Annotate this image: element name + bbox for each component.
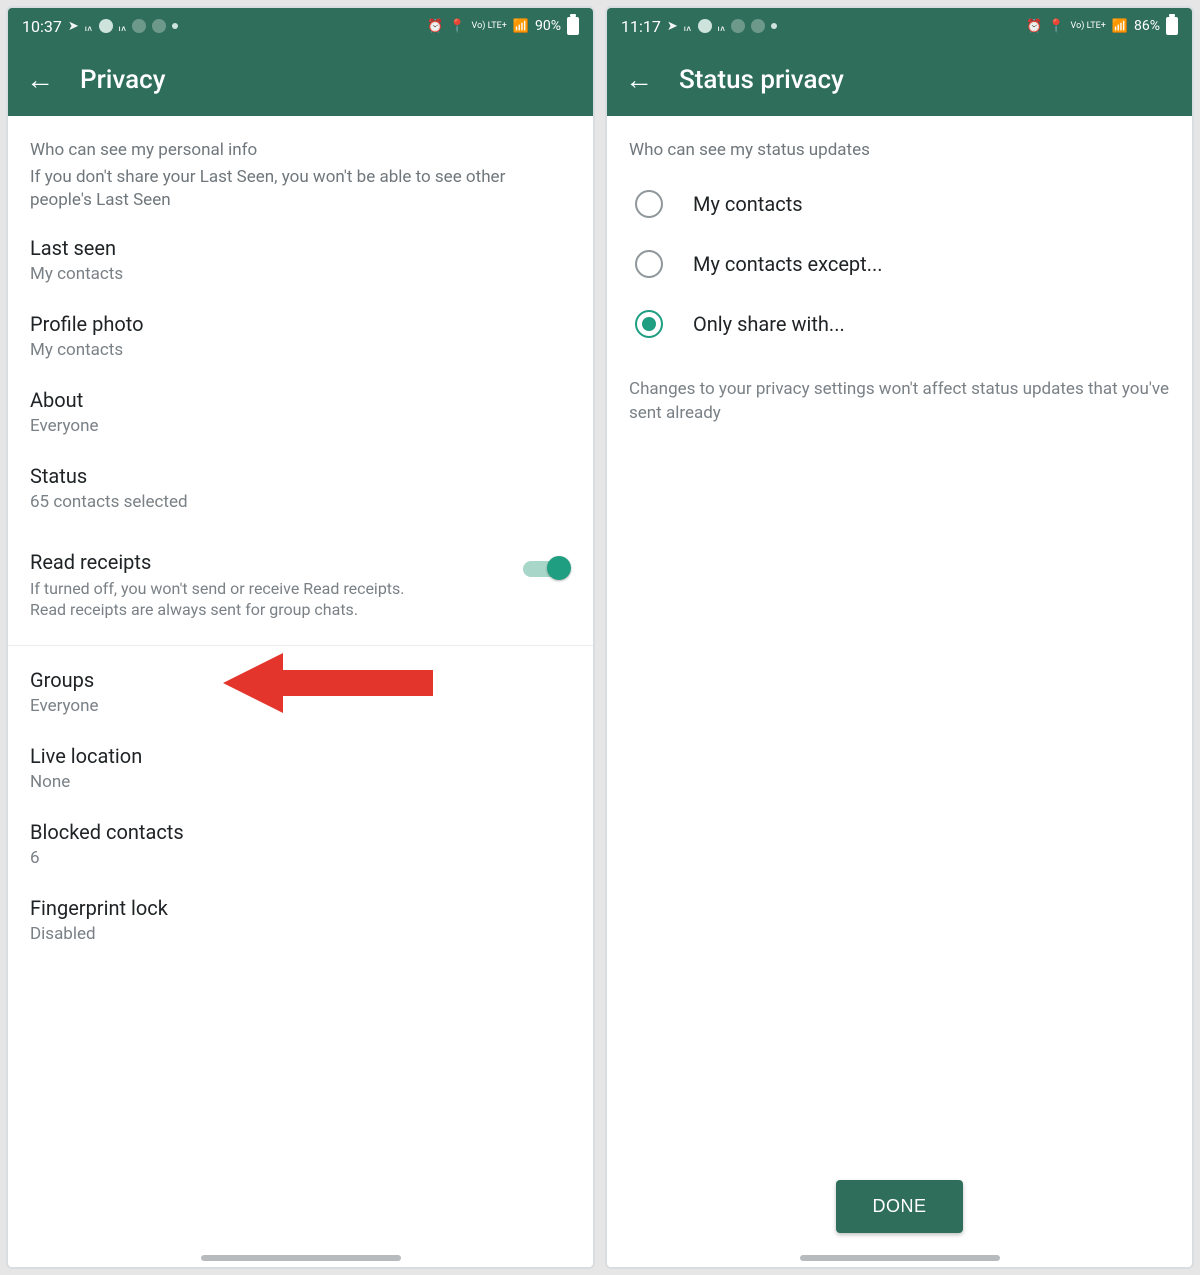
gesture-bar	[800, 1255, 1000, 1261]
page-title: Status privacy	[679, 65, 844, 95]
notif-icon: ៲៱	[119, 17, 127, 35]
telegram-icon: ➤	[667, 19, 678, 34]
row-value: 6	[30, 848, 571, 868]
status-bar: 10:37 ➤ ៲៱ ៲៱ ⏰ 📍 Vo) LTE+ 📶 90%	[8, 8, 593, 44]
section-header: Who can see my status updates	[607, 116, 1192, 174]
row-label: Profile photo	[30, 312, 571, 336]
row-status[interactable]: Status 65 contacts selected	[8, 450, 593, 526]
row-label: Groups	[30, 668, 571, 692]
privacy-content: Who can see my personal info If you don'…	[8, 116, 593, 1267]
telegram-icon: ➤	[68, 19, 79, 34]
row-value: 65 contacts selected	[30, 492, 571, 512]
network-label: Vo) LTE+	[1071, 22, 1106, 30]
location-icon: 📍	[449, 19, 465, 34]
battery-icon	[567, 17, 579, 35]
row-value: Disabled	[30, 924, 571, 944]
row-desc: If turned off, you won't send or receive…	[30, 578, 430, 621]
back-icon[interactable]: ←	[26, 66, 54, 94]
row-live-location[interactable]: Live location None	[8, 730, 593, 806]
radio-icon	[635, 190, 663, 218]
privacy-screen: 10:37 ➤ ៲៱ ៲៱ ⏰ 📍 Vo) LTE+ 📶 90% ← Priva…	[6, 6, 595, 1269]
app-bar: ← Privacy	[8, 44, 593, 116]
notif-icon	[731, 19, 745, 33]
status-privacy-screen: 11:17 ➤ ៲៱ ៲៱ ⏰ 📍 Vo) LTE+ 📶 86% ← Statu…	[605, 6, 1194, 1269]
battery-pct: 86%	[1134, 18, 1160, 34]
row-value: Everyone	[30, 696, 571, 716]
row-value: Everyone	[30, 416, 571, 436]
row-value: My contacts	[30, 264, 571, 284]
signal-icon: 📶	[513, 19, 529, 34]
option-label: My contacts except...	[693, 252, 883, 276]
row-fingerprint-lock[interactable]: Fingerprint lock Disabled	[8, 882, 593, 958]
row-about[interactable]: About Everyone	[8, 374, 593, 450]
option-my-contacts[interactable]: My contacts	[607, 174, 1192, 234]
alarm-icon: ⏰	[1026, 19, 1042, 34]
status-time: 10:37	[22, 17, 62, 36]
notif-icon	[751, 19, 765, 33]
status-privacy-content: Who can see my status updates My contact…	[607, 116, 1192, 1267]
row-label: Live location	[30, 744, 571, 768]
status-time: 11:17	[621, 17, 661, 36]
row-label: Read receipts	[30, 550, 430, 574]
row-value: None	[30, 772, 571, 792]
page-title: Privacy	[80, 65, 165, 95]
network-label: Vo) LTE+	[472, 22, 507, 30]
radio-icon	[635, 250, 663, 278]
battery-pct: 90%	[535, 18, 561, 34]
row-label: Status	[30, 464, 571, 488]
alarm-icon: ⏰	[427, 19, 443, 34]
done-button[interactable]: DONE	[836, 1180, 962, 1233]
row-label: Fingerprint lock	[30, 896, 571, 920]
status-bar: 11:17 ➤ ៲៱ ៲៱ ⏰ 📍 Vo) LTE+ 📶 86%	[607, 8, 1192, 44]
battery-icon	[1166, 17, 1178, 35]
row-label: Last seen	[30, 236, 571, 260]
notif-icon	[99, 19, 113, 33]
notif-icon: ៲៱	[684, 17, 692, 35]
notif-icon	[152, 19, 166, 33]
back-icon[interactable]: ←	[625, 66, 653, 94]
notif-icon	[132, 19, 146, 33]
section-header: Who can see my personal info	[8, 116, 593, 166]
option-my-contacts-except[interactable]: My contacts except...	[607, 234, 1192, 294]
notif-icon: ៲៱	[85, 17, 93, 35]
divider	[8, 645, 593, 646]
row-label: About	[30, 388, 571, 412]
notif-icon	[698, 19, 712, 33]
radio-icon-selected	[635, 310, 663, 338]
more-notifs-icon	[771, 23, 777, 29]
row-label: Blocked contacts	[30, 820, 571, 844]
more-notifs-icon	[172, 23, 178, 29]
privacy-note: Changes to your privacy settings won't a…	[607, 354, 1192, 426]
location-icon: 📍	[1048, 19, 1064, 34]
row-profile-photo[interactable]: Profile photo My contacts	[8, 298, 593, 374]
notif-icon: ៲៱	[718, 17, 726, 35]
option-label: My contacts	[693, 192, 803, 216]
row-last-seen[interactable]: Last seen My contacts	[8, 222, 593, 298]
gesture-bar	[201, 1255, 401, 1261]
row-value: My contacts	[30, 340, 571, 360]
row-groups[interactable]: Groups Everyone	[8, 654, 593, 730]
row-read-receipts[interactable]: Read receipts If turned off, you won't s…	[8, 526, 593, 637]
signal-icon: 📶	[1112, 19, 1128, 34]
row-blocked-contacts[interactable]: Blocked contacts 6	[8, 806, 593, 882]
read-receipts-toggle[interactable]	[523, 554, 571, 582]
option-label: Only share with...	[693, 312, 845, 336]
option-only-share-with[interactable]: Only share with...	[607, 294, 1192, 354]
section-subtext: If you don't share your Last Seen, you w…	[8, 166, 593, 222]
app-bar: ← Status privacy	[607, 44, 1192, 116]
